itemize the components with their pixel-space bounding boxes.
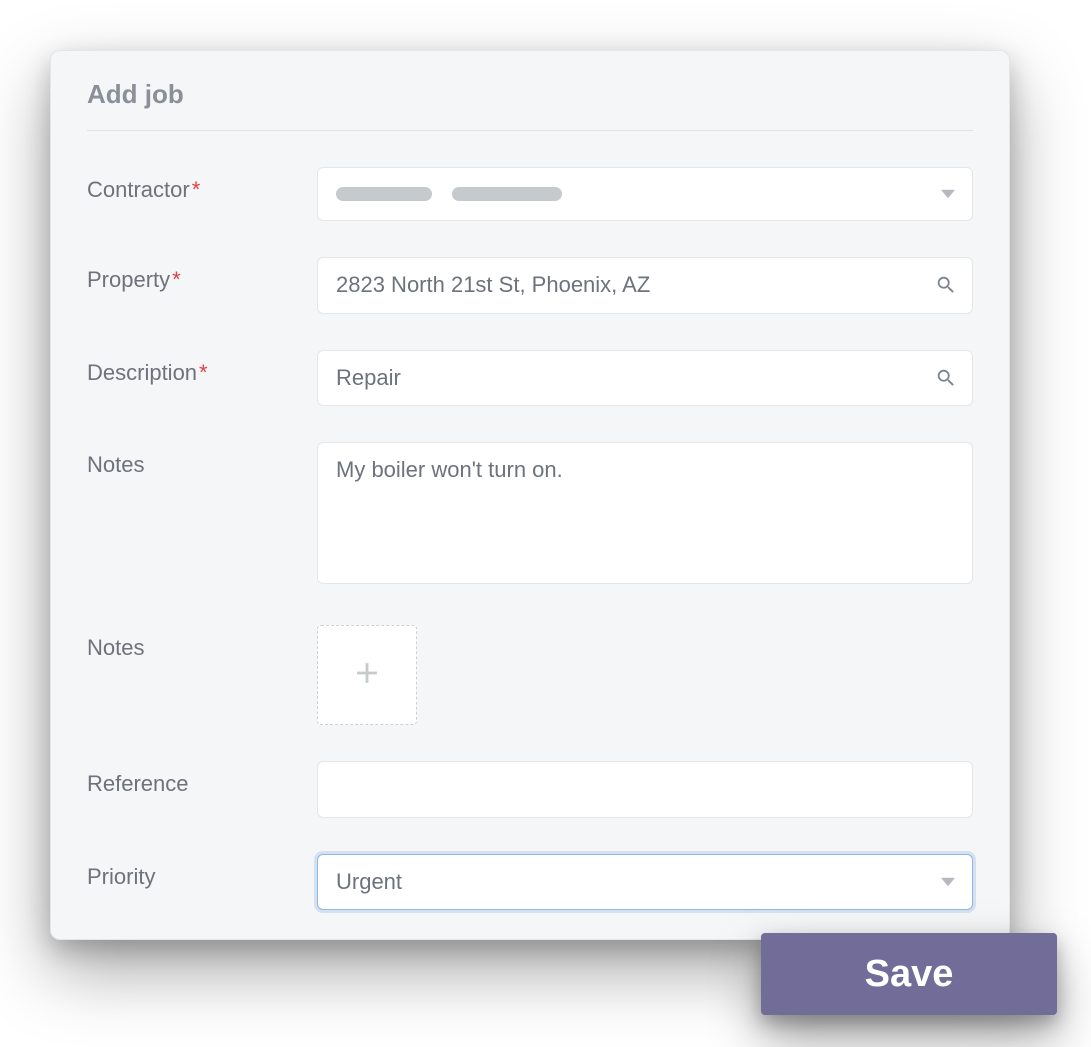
required-asterisk: * [199, 360, 208, 385]
label-priority: Priority [87, 854, 317, 890]
label-description-text: Description [87, 360, 197, 385]
contractor-control [317, 167, 973, 221]
priority-select[interactable]: Urgent [317, 854, 973, 911]
row-notes: Notes [87, 442, 973, 589]
row-attachments: Notes [87, 625, 973, 725]
priority-control: Urgent [317, 854, 973, 911]
label-notes: Notes [87, 442, 317, 478]
row-reference: Reference [87, 761, 973, 818]
notes-textarea[interactable] [317, 442, 973, 584]
notes-control [317, 442, 973, 589]
description-control [317, 350, 973, 407]
add-attachment-button[interactable] [317, 625, 417, 725]
label-attachments: Notes [87, 625, 317, 661]
reference-input[interactable] [317, 761, 973, 818]
add-job-panel: Add job Contractor* Property* [50, 50, 1010, 940]
reference-control [317, 761, 973, 818]
plus-icon [350, 656, 384, 695]
label-property-text: Property [87, 267, 170, 292]
row-priority: Priority Urgent [87, 854, 973, 911]
placeholder-bar [336, 187, 432, 201]
label-reference: Reference [87, 761, 317, 797]
panel-title: Add job [87, 79, 973, 131]
save-button[interactable]: Save [761, 933, 1057, 1015]
contractor-select[interactable] [317, 167, 973, 221]
property-control [317, 257, 973, 314]
row-contractor: Contractor* [87, 167, 973, 221]
description-input[interactable] [317, 350, 973, 407]
property-input[interactable] [317, 257, 973, 314]
label-contractor-text: Contractor [87, 177, 190, 202]
row-description: Description* [87, 350, 973, 407]
label-contractor: Contractor* [87, 167, 317, 203]
required-asterisk: * [192, 177, 201, 202]
label-property: Property* [87, 257, 317, 293]
attachments-control [317, 625, 973, 725]
placeholder-bar [452, 187, 562, 201]
required-asterisk: * [172, 267, 181, 292]
row-property: Property* [87, 257, 973, 314]
label-description: Description* [87, 350, 317, 386]
